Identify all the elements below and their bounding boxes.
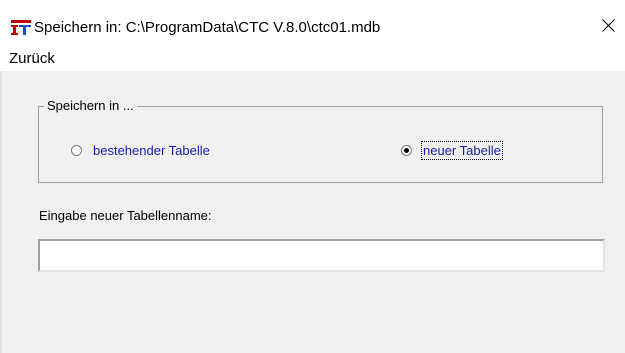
table-name-label: Eingabe neuer Tabellenname:: [39, 208, 212, 223]
menu-item-back[interactable]: Zurück: [9, 50, 55, 67]
radio-label-new-table[interactable]: neuer Tabelle: [421, 141, 503, 160]
table-name-input[interactable]: [38, 239, 605, 272]
radio-button-checked[interactable]: [401, 145, 412, 156]
radio-label-existing-table[interactable]: bestehender Tabelle: [93, 143, 210, 158]
radio-new-table[interactable]: neuer Tabelle: [401, 141, 503, 160]
window-left-edge: [0, 71, 2, 353]
close-button[interactable]: [592, 12, 625, 38]
radio-button-unchecked[interactable]: [71, 145, 82, 156]
title-bar: Speichern in: C:\ProgramData\CTC V.8.0\c…: [0, 0, 625, 38]
window-title: Speichern in: C:\ProgramData\CTC V.8.0\c…: [34, 19, 381, 36]
close-icon: [602, 18, 615, 32]
menu-bar: Zurück: [0, 38, 625, 71]
save-in-legend: Speichern in ...: [44, 98, 137, 113]
app-icon: [11, 20, 31, 35]
radio-existing-table[interactable]: bestehender Tabelle: [71, 143, 210, 158]
